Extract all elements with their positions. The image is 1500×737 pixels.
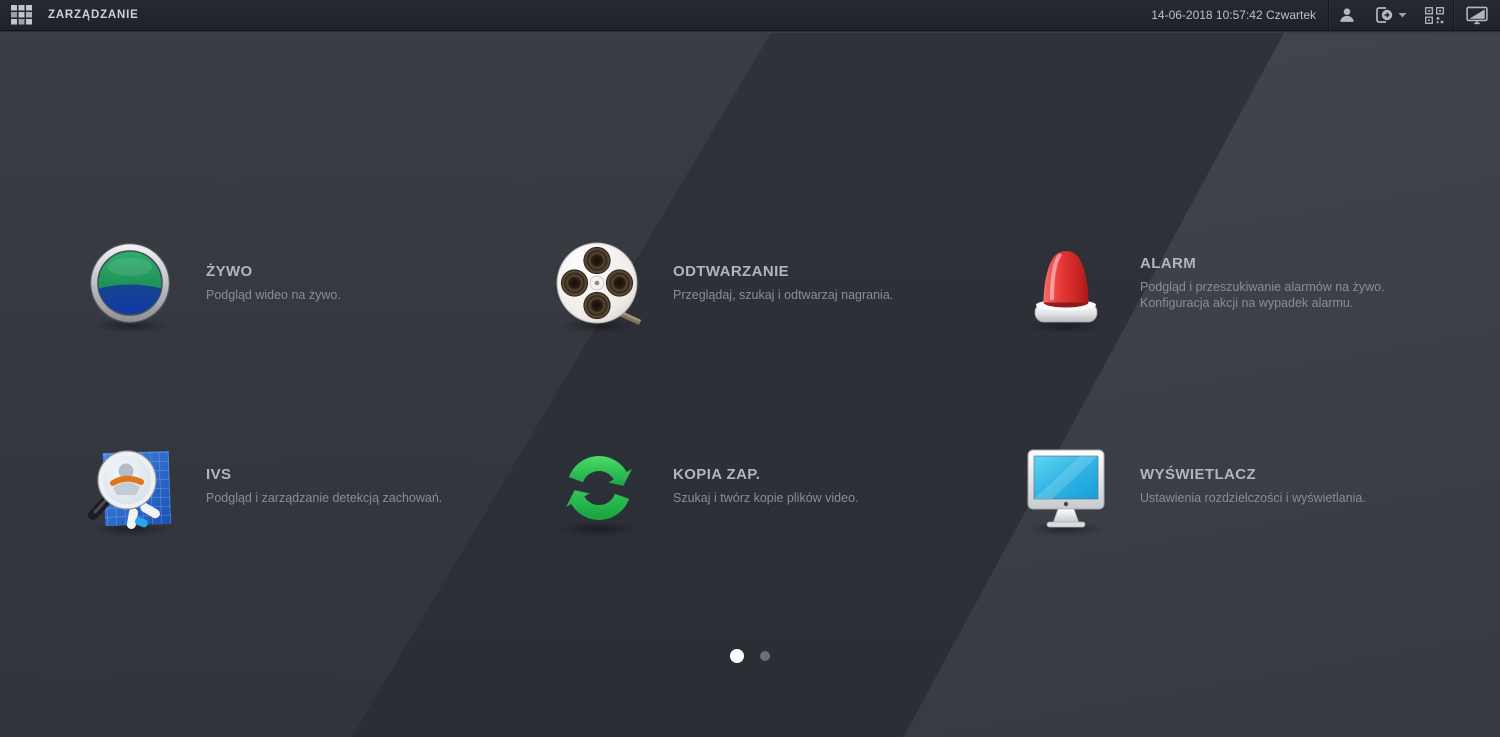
menu-item-title: ŻYWO	[206, 263, 253, 280]
menu-item-title: IVS	[206, 466, 232, 483]
menu-item-desc: Podgląd wideo na żywo.	[206, 288, 341, 302]
film-reel-icon	[555, 241, 641, 334]
menu-item-title: ODTWARZANIE	[673, 263, 790, 280]
apps-grid-icon[interactable]	[5, 0, 39, 30]
screen-adapter-icon[interactable]	[1454, 0, 1500, 31]
main-canvas: ŻYWO Podgląd wideo na żywo. ODTWARZANIE …	[0, 32, 1500, 737]
menu-item-display[interactable]: WYŚWIETLACZ Ustawienia rozdzielczości i …	[1022, 444, 1492, 537]
menu-item-desc: Ustawienia rozdzielczości i wyświetlania…	[1140, 491, 1366, 505]
datetime-label: 14-06-2018 10:57:42 Czwartek	[1151, 8, 1316, 22]
user-icon[interactable]	[1329, 0, 1365, 31]
menu-item-ivs[interactable]: IVS Podgląd i zarządzanie detekcją zacho…	[88, 444, 558, 537]
menu-item-desc: Przeglądaj, szukaj i odtwarzaj nagrania.	[673, 288, 894, 302]
live-lens-icon	[88, 241, 172, 334]
menu-item-desc: Szukaj i twórz kopie plików video.	[673, 491, 859, 505]
backup-sync-icon	[555, 444, 639, 537]
menu-item-backup[interactable]: KOPIA ZAP. Szukaj i twórz kopie plików v…	[555, 444, 1025, 537]
menu-item-desc: Podgląd i zarządzanie detekcją zachowań.	[206, 491, 443, 505]
display-monitor-icon	[1022, 444, 1106, 537]
topbar: ZARZĄDZANIE 14-06-2018 10:57:42 Czwartek	[0, 0, 1500, 31]
alarm-siren-icon	[1022, 241, 1106, 334]
pagination	[0, 649, 1500, 663]
menu-item-playback[interactable]: ODTWARZANIE Przeglądaj, szukaj i odtwarz…	[555, 241, 1025, 334]
menu-item-alarm[interactable]: ALARM Podgląd i przeszukiwanie alarmów n…	[1022, 241, 1492, 334]
menu-item-live[interactable]: ŻYWO Podgląd wideo na żywo.	[88, 241, 558, 334]
menu-item-desc2: Konfiguracja akcji na wypadek alarmu.	[1140, 296, 1354, 310]
chevron-down-icon	[1398, 13, 1407, 18]
logout-button[interactable]	[1365, 0, 1416, 31]
ivs-magnifier-icon	[88, 444, 172, 537]
qr-code-icon[interactable]	[1416, 0, 1453, 31]
page-title: ZARZĄDZANIE	[48, 9, 139, 21]
page-dot-1[interactable]	[730, 649, 744, 663]
page-dot-2[interactable]	[760, 651, 770, 661]
menu-item-title: ALARM	[1140, 255, 1197, 272]
menu-item-title: WYŚWIETLACZ	[1140, 466, 1257, 483]
menu-item-title: KOPIA ZAP.	[673, 466, 761, 483]
menu-item-desc: Podgląd i przeszukiwanie alarmów na żywo…	[1140, 280, 1385, 294]
